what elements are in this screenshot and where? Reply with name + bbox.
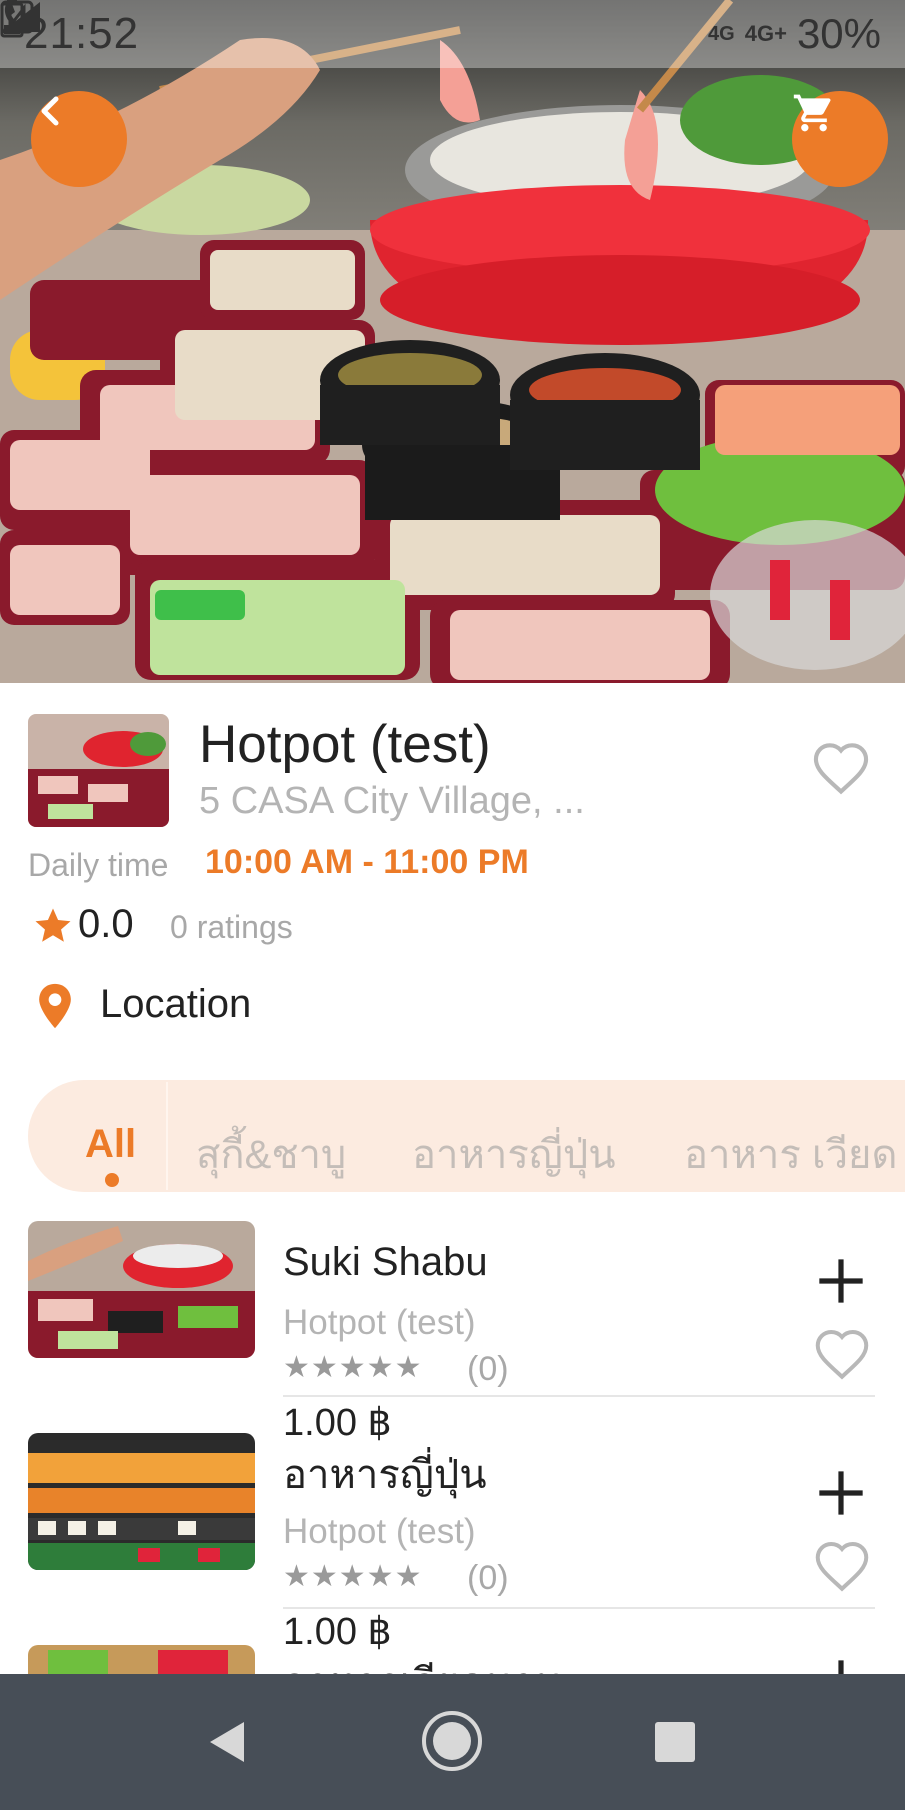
location-link[interactable] [36, 982, 74, 1030]
add-to-cart-button[interactable] [815, 1255, 867, 1307]
product-review-count: (0) [467, 1350, 509, 1388]
cart-button[interactable] [792, 91, 888, 187]
nav-recents-button[interactable] [653, 1720, 697, 1764]
rating-count: 0 ratings [170, 909, 293, 945]
product-review-count: (0) [467, 1559, 509, 1597]
location-label[interactable]: Location [100, 982, 251, 1027]
store-hero-image: 21:52 4G 4G+ 30% [0, 0, 905, 683]
favorite-product-button[interactable] [812, 1537, 872, 1593]
back-button[interactable] [31, 91, 127, 187]
tab-suki-shabu[interactable]: สุกี้&ชาบู [196, 1122, 346, 1186]
tab-vietnamese-food[interactable]: อาหาร เวียด [684, 1122, 897, 1186]
tab-divider [166, 1082, 168, 1190]
nav-back-button[interactable] [204, 1718, 248, 1766]
battery-icon [0, 0, 24, 38]
add-to-cart-button[interactable] [815, 1467, 867, 1519]
product-name: อาหารญี่ปุ่น [283, 1453, 487, 1497]
store-address: 5 CASA City Village, ... [199, 780, 585, 822]
chevron-left-icon [41, 96, 59, 126]
product-item[interactable]: อาหารญี่ปุ่น Hotpot (test) ★★★★★ (0) 1.0… [0, 1432, 905, 1653]
location-pin-icon [39, 983, 71, 1029]
product-divider [283, 1607, 875, 1609]
star-icon [35, 908, 71, 942]
product-image [28, 1433, 255, 1570]
network-label: 4G+ [744, 21, 787, 46]
status-bar: 21:52 4G 4G+ 30% [0, 0, 905, 68]
product-divider [283, 1395, 875, 1397]
store-thumbnail [28, 714, 169, 827]
tab-japanese-food[interactable]: อาหารญี่ปุ่น [412, 1122, 616, 1186]
status-icons: 4G 4G+ 30% [0, 0, 881, 58]
product-image [28, 1645, 255, 1674]
battery-percent: 30% [796, 10, 881, 57]
product-store-name: Hotpot (test) [283, 1303, 476, 1342]
product-stars: ★★★★★ [283, 1351, 423, 1384]
favorite-store-button[interactable] [810, 738, 872, 796]
nav-home-button[interactable] [420, 1709, 484, 1773]
favorite-product-button[interactable] [812, 1325, 872, 1381]
product-image [28, 1221, 255, 1358]
add-to-cart-button[interactable] [815, 1656, 867, 1674]
product-item[interactable]: อาหารเวียดนาม [0, 1644, 905, 1674]
product-stars: ★★★★★ [283, 1560, 423, 1593]
network-small-label: 4G [708, 22, 735, 45]
rating-value: 0.0 [78, 902, 134, 946]
product-store-name: Hotpot (test) [283, 1512, 476, 1551]
store-name: Hotpot (test) [199, 715, 491, 774]
active-tab-indicator [105, 1173, 119, 1187]
hours-label: Daily time [28, 847, 169, 883]
cart-icon [793, 94, 831, 132]
tab-all[interactable]: All [85, 1122, 136, 1167]
hours-value: 10:00 AM - 11:00 PM [205, 843, 529, 881]
hotpot-photo [0, 0, 905, 683]
product-item[interactable]: Suki Shabu Hotpot (test) ★★★★★ (0) 1.00 … [0, 1220, 905, 1444]
product-name: อาหารเวียดนาม [283, 1650, 562, 1674]
product-name: Suki Shabu [283, 1240, 488, 1284]
